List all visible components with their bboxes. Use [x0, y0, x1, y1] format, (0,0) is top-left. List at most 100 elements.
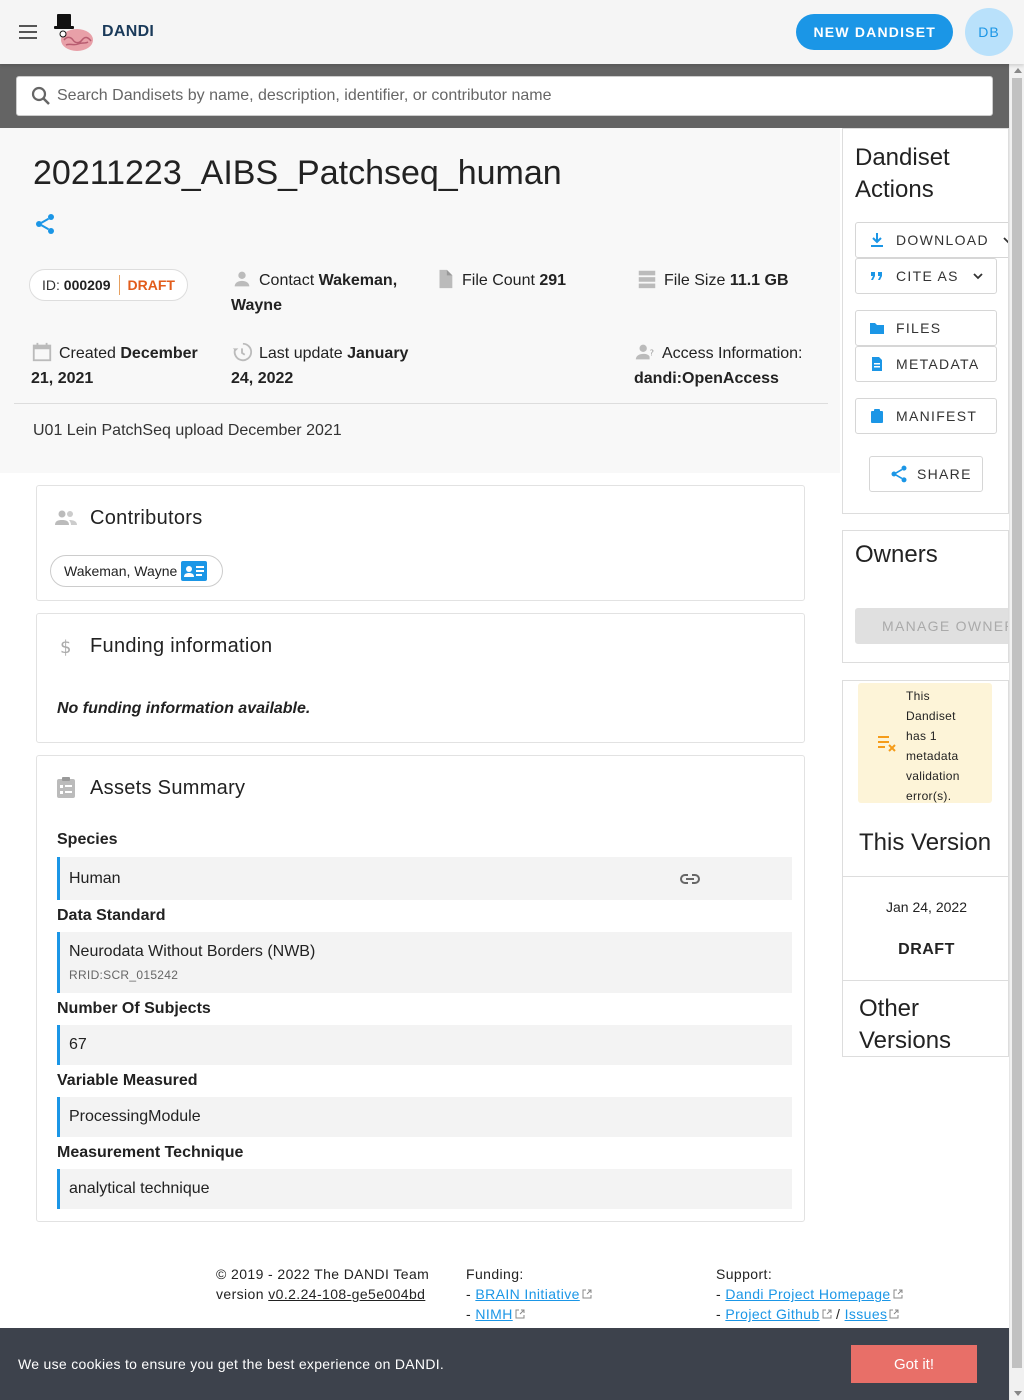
brand-name[interactable]: DANDI	[102, 23, 154, 41]
dandiset-actions-card: Dandiset Actions DOWNLOAD CITE AS FILES M…	[842, 128, 1009, 514]
calendar-icon	[32, 342, 52, 362]
this-version-title: This Version	[859, 829, 992, 856]
link-icon[interactable]	[678, 867, 702, 891]
contact-info: Contact Wakeman, Wayne	[231, 268, 421, 318]
file-icon	[439, 269, 453, 289]
variable-label: Variable Measured	[57, 1072, 198, 1089]
species-label: Species	[57, 831, 118, 848]
other-versions-line1: Other	[859, 995, 920, 1022]
playlist-remove-icon	[878, 736, 896, 752]
github-link[interactable]: Project Github	[725, 1306, 819, 1322]
access-info: ? Access Information: dandi:OpenAccess	[634, 341, 824, 391]
technique-label: Measurement Technique	[57, 1144, 244, 1161]
homepage-link[interactable]: Dandi Project Homepage	[725, 1286, 890, 1302]
menu-icon[interactable]	[16, 20, 40, 44]
contact-label: Contact	[259, 272, 315, 289]
new-dandiset-button[interactable]: NEW DANDISET	[796, 14, 953, 50]
variable-text: ProcessingModule	[69, 1108, 201, 1125]
cookie-accept-button[interactable]: Got it!	[851, 1345, 977, 1383]
version-date[interactable]: Jan 24, 2022	[843, 899, 1008, 915]
metadata-button[interactable]: METADATA	[855, 346, 997, 382]
external-link-icon	[582, 1289, 592, 1299]
scroll-thumb[interactable]	[1012, 78, 1022, 1368]
chip-divider	[118, 275, 120, 295]
storage-icon	[638, 270, 656, 289]
funding-label: Funding:	[466, 1266, 524, 1282]
created-value-line1: December	[120, 345, 198, 362]
version-prefix: version	[216, 1286, 264, 1302]
validation-warning[interactable]: This Dandiset has 1 metadata validation …	[858, 683, 992, 803]
manifest-label: MANIFEST	[896, 408, 978, 424]
brain-initiative-link[interactable]: BRAIN Initiative	[475, 1286, 579, 1302]
footer-funding: Funding: - BRAIN Initiative - NIMH	[466, 1264, 592, 1324]
metadata-label: METADATA	[896, 356, 980, 372]
person-icon	[234, 271, 250, 287]
version-link[interactable]: v0.2.24-108-ge5e004bd	[268, 1286, 425, 1302]
species-text: Human	[69, 869, 121, 887]
scroll-down-arrow[interactable]	[1014, 1391, 1022, 1396]
file-size-value: 11.1 GB	[729, 272, 789, 289]
history-icon	[232, 342, 253, 362]
data-standard-value: Neurodata Without Borders (NWB) RRID:SCR…	[57, 932, 792, 993]
last-update-label: Last update	[259, 345, 343, 362]
contributors-card: Contributors Wakeman, Wayne	[36, 485, 805, 601]
data-standard-label: Data Standard	[57, 907, 166, 924]
contributors-title: Contributors	[90, 506, 203, 529]
share-icon[interactable]	[33, 212, 57, 236]
files-button[interactable]: FILES	[855, 310, 997, 346]
issues-link[interactable]: Issues	[845, 1306, 888, 1322]
subjects-text: 67	[69, 1036, 87, 1053]
cite-as-button[interactable]: CITE AS	[855, 258, 997, 294]
access-value: dandi:OpenAccess	[634, 370, 779, 387]
user-avatar[interactable]: DB	[965, 8, 1013, 56]
document-icon	[872, 357, 882, 371]
manage-owners-button[interactable]: MANAGE OWNERS	[855, 608, 1008, 644]
nimh-link[interactable]: NIMH	[475, 1306, 512, 1322]
last-update-value-line2: 24, 2022	[231, 370, 294, 387]
funding-header: $ Funding information	[54, 634, 273, 659]
dollar-icon: $	[60, 637, 71, 658]
external-link-icon	[822, 1309, 832, 1319]
share-button[interactable]: SHARE	[869, 456, 983, 492]
last-update: Last update January 24, 2022	[231, 341, 421, 391]
funding-card: $ Funding information No funding informa…	[36, 613, 805, 743]
id-value: 000209	[63, 277, 111, 293]
access-label: Access Information:	[662, 345, 803, 362]
version-name[interactable]: DRAFT	[843, 941, 1008, 959]
chevron-down-icon	[973, 273, 983, 280]
external-link-icon	[515, 1309, 525, 1319]
svg-text:$: $	[60, 637, 71, 658]
other-versions-line2: Versions	[859, 1027, 952, 1054]
scroll-up-arrow[interactable]	[1014, 68, 1022, 73]
scrollbar[interactable]	[1009, 64, 1024, 1400]
people-icon	[55, 510, 77, 525]
copyright-text: © 2019 - 2022 The DANDI Team	[216, 1266, 430, 1282]
search-box[interactable]	[16, 76, 993, 116]
footer: © 2019 - 2022 The DANDI Team version v0.…	[0, 1240, 1024, 1330]
created-date: Created December 21, 2021	[31, 341, 211, 391]
funding-title: Funding information	[90, 634, 273, 657]
id-label: ID:	[42, 277, 60, 293]
support-label: Support:	[716, 1266, 773, 1282]
data-standard-text: Neurodata Without Borders (NWB)	[69, 943, 316, 960]
species-value: Human	[57, 857, 792, 900]
funding-empty-text: No funding information available.	[57, 700, 311, 717]
page-title: 20211223_AIBS_Patchseq_human	[33, 154, 562, 192]
cookie-text: We use cookies to ensure you get the bes…	[18, 1356, 445, 1372]
dandi-logo[interactable]	[52, 10, 96, 54]
search-input[interactable]	[57, 87, 992, 105]
contributor-chip[interactable]: Wakeman, Wayne	[50, 555, 224, 587]
search-strip	[0, 64, 1024, 128]
manifest-button[interactable]: MANIFEST	[855, 398, 997, 434]
divider	[14, 403, 828, 404]
folder-icon	[870, 323, 884, 334]
share-label: SHARE	[917, 466, 972, 482]
clipboard-icon	[871, 409, 883, 423]
divider	[843, 876, 1008, 877]
download-icon	[871, 233, 883, 247]
divider	[843, 980, 1008, 981]
download-label: DOWNLOAD	[896, 232, 989, 248]
download-button[interactable]: DOWNLOAD	[855, 222, 1008, 258]
svg-text:?: ?	[650, 348, 654, 358]
cookie-banner: We use cookies to ensure you get the bes…	[0, 1328, 1009, 1400]
